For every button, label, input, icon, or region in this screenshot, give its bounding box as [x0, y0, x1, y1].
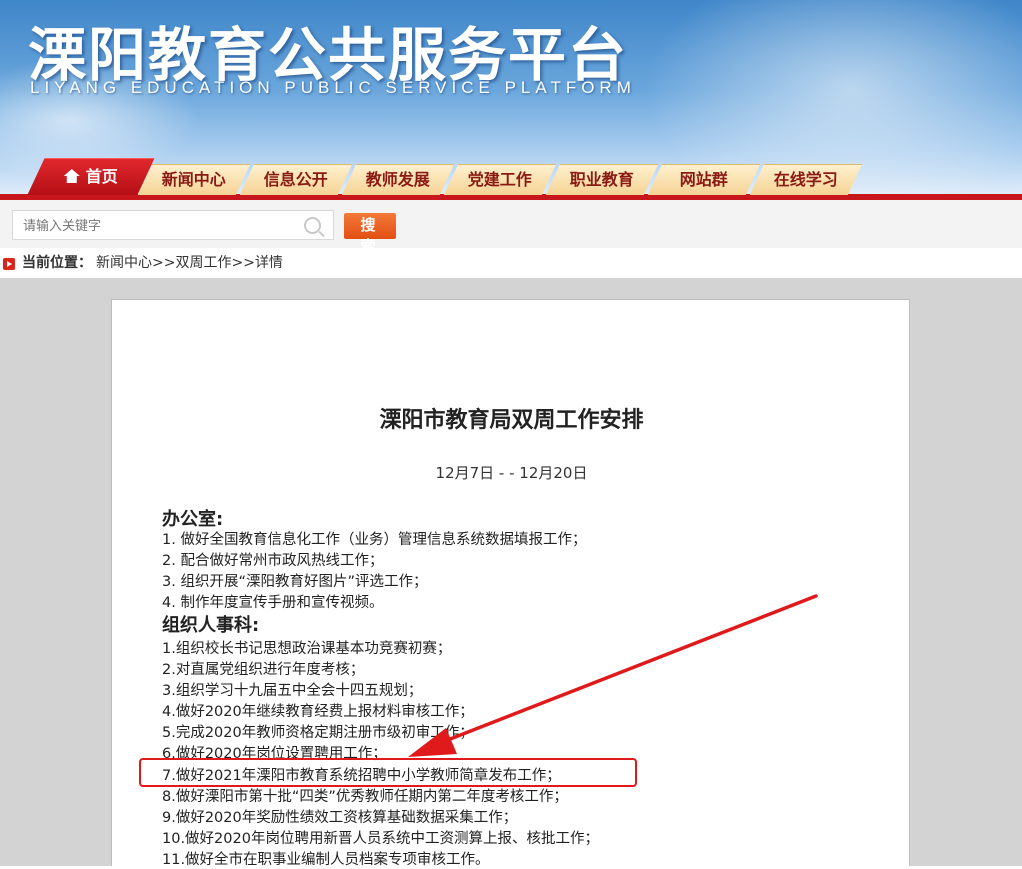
site-subtitle: LIYANG EDUCATION PUBLIC SERVICE PLATFORM: [30, 78, 636, 97]
search-box: [12, 210, 334, 241]
list-item: 3.组织学习十九届五中全会十四五规划；: [162, 683, 423, 699]
nav-item-teacher-development[interactable]: 教师发展: [341, 164, 455, 195]
nav-item-label: 在线学习: [773, 170, 838, 189]
search-button[interactable]: 搜 索: [344, 213, 396, 255]
search-input[interactable]: [13, 211, 305, 241]
home-icon: [64, 169, 80, 183]
list-item: 8.做好溧阳市第十批“四类”优秀教师任期内第二年度考核工作；: [162, 789, 568, 805]
search-bar: 搜 索: [0, 200, 1022, 255]
nav-item-label: 首页: [85, 167, 118, 186]
nav-item-news[interactable]: 新闻中心: [137, 164, 251, 195]
nav-item-info-disclosure[interactable]: 信息公开: [239, 164, 353, 195]
highlight-box: [139, 758, 637, 787]
list-item: 2.对直属党组织进行年度考核；: [162, 662, 365, 678]
breadcrumb-label: 当前位置：: [22, 255, 92, 271]
nav-item-label: 教师发展: [365, 170, 430, 189]
breadcrumb: 当前位置： 新闻中心>>双周工作>>详情: [0, 248, 1022, 278]
article-title: 溧阳市教育局双周工作安排: [379, 407, 644, 433]
nav-item-vocational-education[interactable]: 职业教育: [545, 164, 659, 195]
nav-item-label: 网站群: [679, 170, 728, 189]
article-date-range: 12月7日 - - 12月20日: [435, 464, 588, 482]
list-item: 4.做好2020年继续教育经费上报材料审核工作；: [162, 704, 474, 720]
list-item: 4. 制作年度宣传手册和宣传视频。: [162, 595, 384, 611]
list-item: 1. 做好全国教育信息化工作（业务）管理信息系统数据填报工作；: [162, 532, 587, 548]
list-item: 9.做好2020年奖励性绩效工资核算基础数据采集工作；: [162, 810, 518, 826]
nav-item-label: 党建工作: [467, 170, 532, 189]
search-icon[interactable]: [304, 217, 321, 234]
list-item: 5.完成2020年教师资格定期注册市级初审工作；: [162, 725, 474, 741]
breadcrumb-path[interactable]: 新闻中心>>双周工作>>详情: [96, 248, 283, 278]
list-item: 3. 组织开展“溧阳教育好图片”评选工作；: [162, 574, 428, 590]
nav-item-site-group[interactable]: 网站群: [647, 164, 761, 195]
nav-item-home[interactable]: 首页: [27, 158, 155, 195]
nav-item-label: 信息公开: [263, 170, 328, 189]
list-item: 2. 配合做好常州市政风热线工作；: [162, 553, 384, 569]
list-item: 10.做好2020年岗位聘用新晋人员系统中工资测算上报、核批工作；: [162, 831, 599, 847]
list-item: 1.组织校长书记思想政治课基本功竞赛初赛；: [162, 641, 452, 657]
section-heading: 组织人事科:: [162, 615, 260, 636]
nav-item-label: 职业教育: [569, 170, 634, 189]
nav-item-online-learning[interactable]: 在线学习: [749, 164, 863, 195]
nav-item-party-building[interactable]: 党建工作: [443, 164, 557, 195]
main-nav: 首页 新闻中心 信息公开 教师发展 党建工作 职业教育 网站群 在线学习: [0, 158, 1022, 200]
nav-item-label: 新闻中心: [161, 170, 226, 189]
location-arrow-icon: [3, 258, 15, 270]
